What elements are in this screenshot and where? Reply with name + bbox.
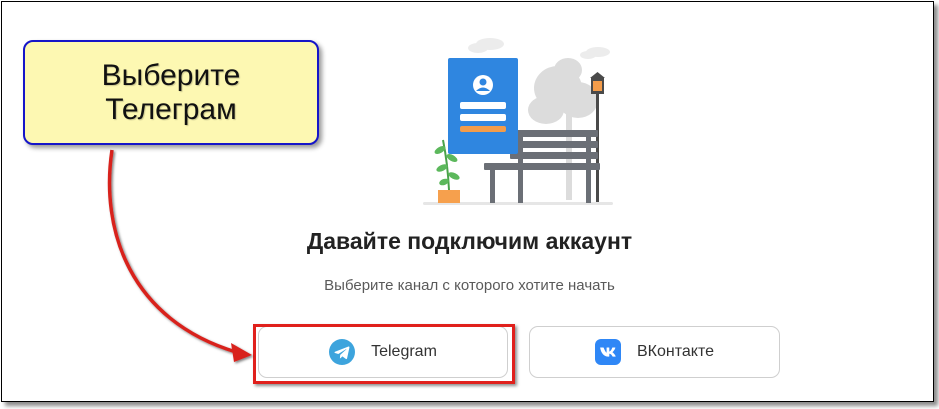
telegram-button[interactable]: Telegram — [258, 326, 508, 378]
page-title: Давайте подключим аккаунт — [306, 228, 633, 254]
telegram-label: Telegram — [371, 343, 437, 360]
user-profile-card-illustration — [418, 30, 618, 208]
vk-icon — [595, 339, 621, 365]
callout-line-1: Выберите — [101, 58, 241, 92]
page-subtitle: Выберите канал с которого хотите начать — [324, 277, 615, 294]
vk-label: ВКонтакте — [637, 343, 714, 360]
telegram-icon — [329, 339, 356, 365]
instruction-callout: Выберите Телеграм — [23, 40, 319, 145]
vk-button[interactable]: ВКонтакте — [529, 326, 780, 378]
callout-line-2: Телеграм — [105, 92, 237, 126]
